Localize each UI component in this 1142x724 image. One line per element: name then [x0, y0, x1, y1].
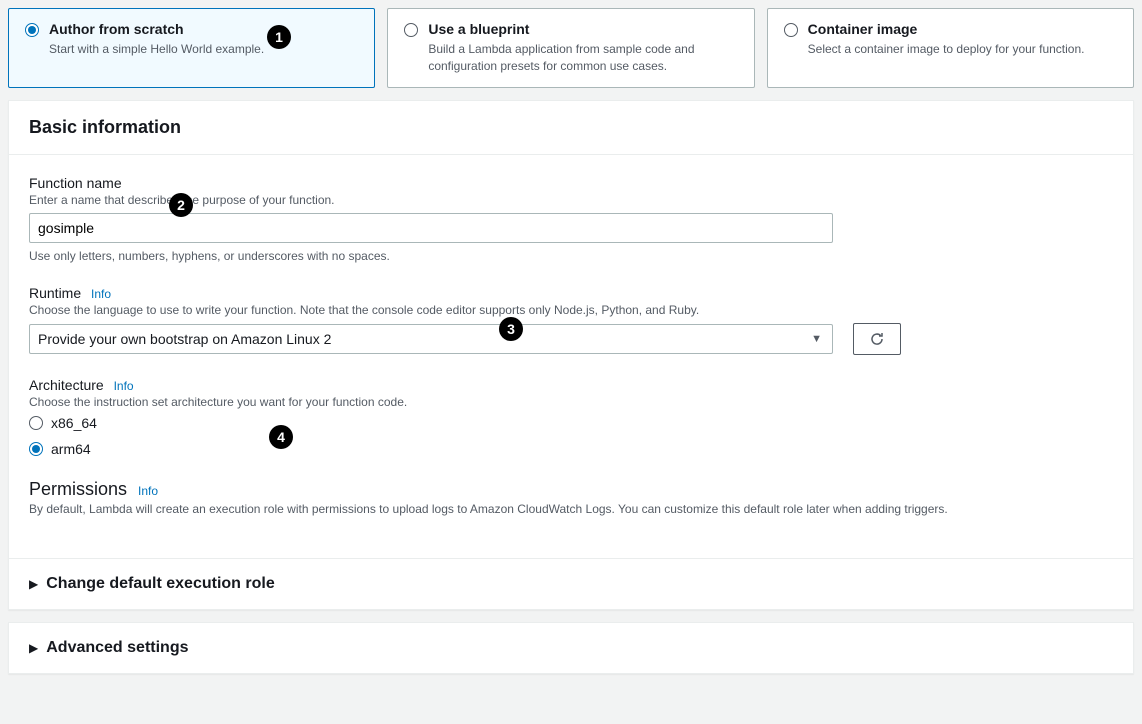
- option-desc: Start with a simple Hello World example.: [49, 41, 264, 58]
- permissions-label-text: Permissions: [29, 479, 127, 499]
- radio-icon: [404, 23, 418, 37]
- option-container-image[interactable]: Container image Select a container image…: [767, 8, 1134, 88]
- option-title: Container image: [808, 21, 1085, 37]
- option-desc: Build a Lambda application from sample c…: [428, 41, 737, 75]
- runtime-field: Runtime Info Choose the language to use …: [29, 285, 1113, 355]
- architecture-label-text: Architecture: [29, 377, 104, 393]
- annotation-1: 1: [267, 25, 291, 49]
- field-desc: Choose the language to use to write your…: [29, 303, 1113, 317]
- option-author-from-scratch[interactable]: Author from scratch Start with a simple …: [8, 8, 375, 88]
- architecture-info-link[interactable]: Info: [114, 379, 134, 393]
- radio-icon: [784, 23, 798, 37]
- option-use-blueprint[interactable]: Use a blueprint Build a Lambda applicati…: [387, 8, 754, 88]
- refresh-icon: [869, 331, 885, 347]
- runtime-label-text: Runtime: [29, 285, 81, 301]
- triangle-right-icon: ▶: [29, 641, 38, 655]
- architecture-field: Architecture Info Choose the instruction…: [29, 377, 1113, 457]
- field-hint: Use only letters, numbers, hyphens, or u…: [29, 249, 1113, 263]
- function-name-input[interactable]: [29, 213, 833, 243]
- radio-icon: [25, 23, 39, 37]
- triangle-right-icon: ▶: [29, 577, 38, 591]
- change-execution-role-expander[interactable]: ▶ Change default execution role: [9, 558, 1133, 609]
- panel-title: Basic information: [29, 117, 1113, 138]
- radio-icon: [29, 416, 43, 430]
- permissions-desc: By default, Lambda will create an execut…: [29, 502, 1113, 516]
- option-title: Use a blueprint: [428, 21, 737, 37]
- function-name-field: Function name Enter a name that describe…: [29, 175, 1113, 263]
- architecture-option-arm64[interactable]: arm64: [29, 441, 1113, 457]
- field-label: Runtime Info: [29, 285, 1113, 301]
- refresh-runtime-button[interactable]: [853, 323, 901, 355]
- field-label: Function name: [29, 175, 1113, 191]
- runtime-select-value: Provide your own bootstrap on Amazon Lin…: [38, 331, 331, 347]
- architecture-option-x86_64[interactable]: x86_64: [29, 415, 1113, 431]
- permissions-info-link[interactable]: Info: [138, 484, 158, 498]
- runtime-info-link[interactable]: Info: [91, 287, 111, 301]
- field-desc: Enter a name that describes the purpose …: [29, 193, 1113, 207]
- architecture-option-label: x86_64: [51, 415, 97, 431]
- chevron-down-icon: ▼: [811, 333, 822, 345]
- permissions-section: Permissions Info By default, Lambda will…: [29, 479, 1113, 516]
- permissions-header: Permissions Info: [29, 479, 1113, 500]
- panel-header: Basic information: [9, 101, 1133, 155]
- field-label: Architecture Info: [29, 377, 1113, 393]
- advanced-settings-expander[interactable]: ▶ Advanced settings: [8, 622, 1134, 674]
- expander-title: Advanced settings: [46, 639, 188, 657]
- runtime-select[interactable]: Provide your own bootstrap on Amazon Lin…: [29, 324, 833, 354]
- creation-method-options: Author from scratch Start with a simple …: [8, 8, 1134, 88]
- basic-information-panel: Basic information Function name Enter a …: [8, 100, 1134, 610]
- field-desc: Choose the instruction set architecture …: [29, 395, 1113, 409]
- expander-title: Change default execution role: [46, 575, 274, 593]
- radio-icon: [29, 442, 43, 456]
- architecture-option-label: arm64: [51, 441, 91, 457]
- option-title: Author from scratch: [49, 21, 264, 37]
- option-desc: Select a container image to deploy for y…: [808, 41, 1085, 58]
